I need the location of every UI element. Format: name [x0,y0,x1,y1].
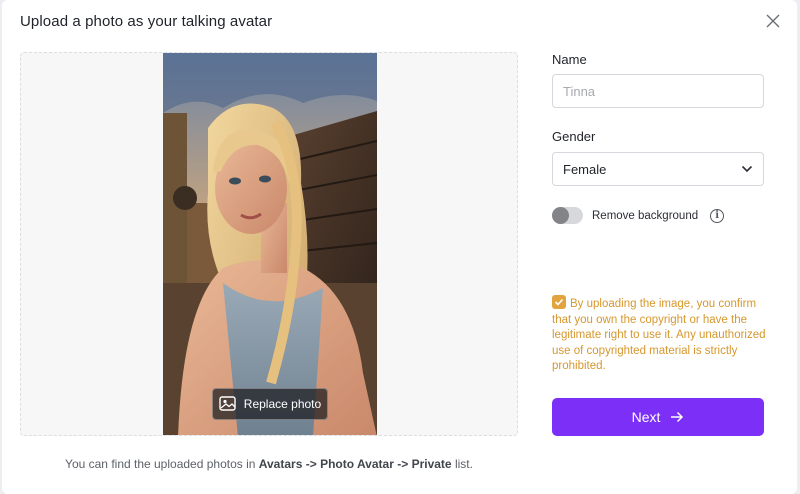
image-replace-icon [219,396,236,411]
consent-checkbox[interactable] [552,295,566,309]
hint-avatars: Avatars [258,457,303,471]
copyright-consent: By uploading the image, you confirm that… [552,295,770,375]
dialog-title: Upload a photo as your talking avatar [20,13,273,30]
name-label: Name [552,52,587,67]
arrow-right-icon [671,411,684,423]
hint-arrow-2: -> [397,457,409,471]
info-icon[interactable]: i [710,208,725,223]
photo-preview-area: Replace photo [20,52,518,436]
name-field[interactable] [552,74,764,108]
remove-background-row: Remove background i [552,207,725,224]
next-label: Next [631,409,661,425]
next-button[interactable]: Next [552,398,764,436]
replace-photo-label: Replace photo [243,397,322,411]
close-icon[interactable] [765,13,781,29]
upload-avatar-dialog: Upload a photo as your talking avatar Re… [2,0,797,494]
gender-select[interactable]: Female [552,152,764,186]
hint-private: Private [411,457,452,471]
hint-suffix: list. [454,457,473,471]
consent-text: By uploading the image, you confirm that… [552,298,766,373]
remove-background-label: Remove background [592,209,699,222]
remove-background-toggle[interactable] [552,207,583,224]
gender-label: Gender [552,129,596,144]
hint-prefix: You can find the uploaded photos in [65,457,256,471]
avatar-photo [163,53,377,435]
upload-hint: You can find the uploaded photos in Avat… [2,457,536,471]
toggle-knob [552,207,569,224]
chevron-down-icon [741,165,753,173]
gender-value: Female [563,161,607,177]
hint-arrow-1: -> [305,457,317,471]
replace-photo-button[interactable]: Replace photo [212,388,328,420]
check-icon [554,298,564,306]
name-input[interactable] [563,83,753,99]
hint-photo-avatar: Photo Avatar [320,457,394,471]
